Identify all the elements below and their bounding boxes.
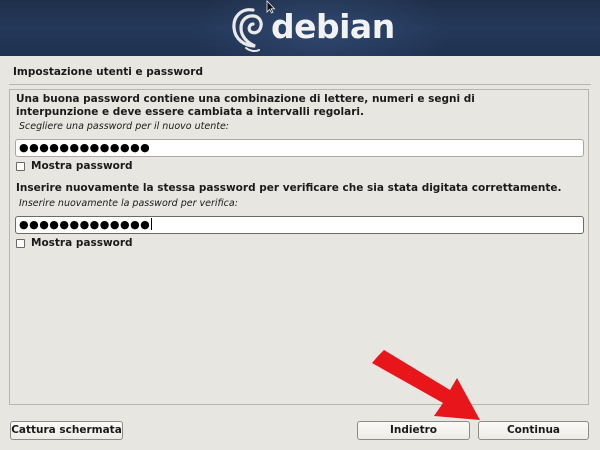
title-divider (9, 84, 591, 85)
text-caret (151, 218, 153, 230)
debian-swirl-icon (232, 8, 263, 53)
show-password-toggle-1[interactable]: Mostra password (16, 160, 133, 173)
password-value: ●●●●●●●●●●●●● (19, 141, 151, 154)
continue-button[interactable]: Continua (478, 421, 589, 440)
show-password-checkbox-1[interactable] (16, 162, 25, 171)
red-arrow-icon (372, 350, 480, 420)
verify-password-value: ●●●●●●●●●●●●● (19, 218, 151, 231)
debian-logo-text: debian (271, 7, 395, 46)
verify-password-input[interactable]: ●●●●●●●●●●●●● (15, 216, 584, 234)
show-password-label-2: Mostra password (31, 237, 133, 249)
back-button[interactable]: Indietro (357, 421, 470, 440)
header-banner: debian (0, 0, 600, 56)
password-description: Una buona password contiene una combinaz… (16, 93, 475, 118)
page-title: Impostazione utenti e password (13, 66, 203, 78)
mouse-pointer-icon (266, 0, 276, 14)
screenshot-button[interactable]: Cattura schermata (10, 421, 123, 440)
show-password-checkbox-2[interactable] (16, 239, 25, 248)
verify-description: Inserire nuovamente la stessa password p… (16, 182, 562, 194)
show-password-toggle-2[interactable]: Mostra password (16, 237, 133, 250)
password-input[interactable]: ●●●●●●●●●●●●● (15, 139, 584, 157)
show-password-label-1: Mostra password (31, 160, 133, 172)
password-label: Scegliere una password per il nuovo uten… (19, 121, 229, 132)
verify-label: Inserire nuovamente la password per veri… (19, 198, 238, 209)
